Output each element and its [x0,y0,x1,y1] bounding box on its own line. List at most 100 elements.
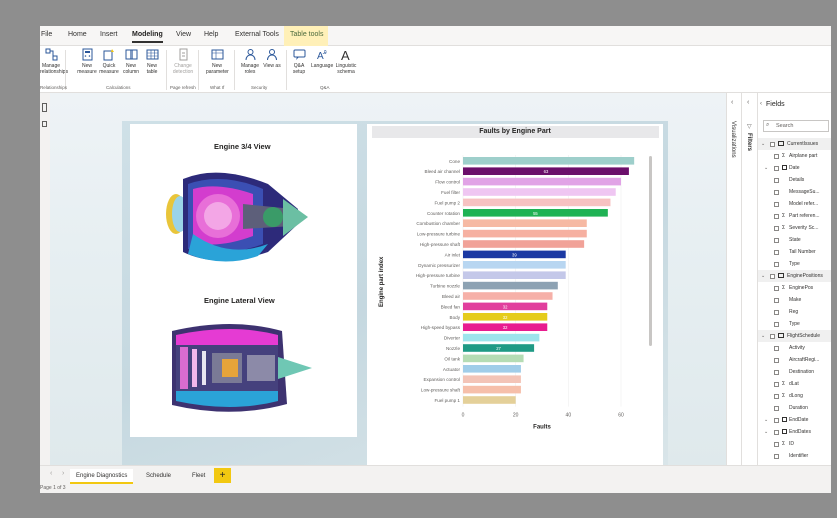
page-tab-schedule[interactable]: Schedule [140,469,177,484]
field-item[interactable]: Reg [758,306,831,318]
field-item[interactable]: Σ ID [758,438,831,450]
qa-setup-button[interactable]: Q&A setup [288,48,310,75]
page-tab-fleet[interactable]: Fleet [186,469,211,484]
field-checkbox[interactable] [774,225,779,231]
field-checkbox[interactable] [774,429,779,435]
field-checkbox[interactable] [774,177,779,183]
chevron-down-icon[interactable]: ⌄ [761,330,765,342]
quick-measure-button[interactable]: Quick measure [98,48,120,75]
fields-search-input[interactable]: Search [763,120,829,132]
linguistic-schema-button[interactable]: A Linguistic schema [335,48,357,75]
field-checkbox[interactable] [774,297,779,303]
scroll-right-icon[interactable]: › [62,470,64,477]
collapse-chevron-icon[interactable]: ‹ [747,99,749,106]
language-button[interactable]: AᎯ Language [311,48,333,69]
field-item[interactable]: ⌄ EndDate [758,414,831,426]
tab-external-tools[interactable]: External Tools [235,31,279,38]
new-table-button[interactable]: New table [141,48,163,75]
field-item[interactable]: Make [758,294,831,306]
field-item[interactable]: Tail Number [758,246,831,258]
y-tick-label: Bleed air [442,294,461,299]
tab-table-tools[interactable]: Table tools [290,31,323,38]
field-table-flightschedule[interactable]: ⌄ FlightSchedule [758,330,831,342]
field-checkbox[interactable] [774,345,779,351]
field-item[interactable]: Activity [758,342,831,354]
calendar-icon [782,165,787,170]
tab-file[interactable]: File [41,31,52,38]
new-measure-button[interactable]: New measure [76,48,98,75]
table-checkbox[interactable] [770,273,775,279]
manage-relationships-button[interactable]: Manage relationships [40,48,68,75]
field-item[interactable]: ΣdLong [758,390,831,402]
field-item[interactable]: Type [758,318,831,330]
field-item[interactable]: Details [758,174,831,186]
visualizations-pane[interactable]: ‹ Visualizations [726,93,741,465]
field-item[interactable]: Duration [758,402,831,414]
manage-roles-button[interactable]: Manage roles [239,48,261,75]
view-as-button[interactable]: View as [261,48,283,69]
chevron-down-icon[interactable]: ⌄ [764,414,768,426]
field-checkbox[interactable] [774,405,779,411]
filters-pane[interactable]: ‹ ▽ Filters [741,93,757,465]
tab-modeling[interactable]: Modeling [132,31,163,43]
table-checkbox[interactable] [770,141,775,147]
field-checkbox[interactable] [774,321,779,327]
field-item[interactable]: ⌄ EndDates [758,426,831,438]
field-checkbox[interactable] [774,201,779,207]
expand-chevron-icon[interactable]: ‹ [760,101,762,107]
field-checkbox[interactable] [774,441,779,447]
field-checkbox[interactable] [774,309,779,315]
new-parameter-button[interactable]: New parameter [206,48,229,75]
chevron-down-icon[interactable]: ⌄ [761,270,765,282]
field-item[interactable]: Σ Airplane part [758,150,831,162]
field-item[interactable]: MessageSu... [758,186,831,198]
field-item[interactable]: Identifier [758,450,831,462]
data-view-icon[interactable] [42,121,47,127]
field-item[interactable]: Σ Severity Sc... [758,222,831,234]
change-detection-button[interactable]: Change detection [172,48,194,75]
field-item[interactable]: Σ Part referen... [758,210,831,222]
new-column-button[interactable]: New column [120,48,142,75]
field-checkbox[interactable] [774,381,779,387]
field-item[interactable]: State [758,234,831,246]
field-checkbox[interactable] [774,417,779,423]
field-checkbox[interactable] [774,165,779,171]
tab-insert[interactable]: Insert [100,31,118,38]
chevron-down-icon[interactable]: ⌄ [761,138,765,150]
page-tab-engine-diagnostics[interactable]: Engine Diagnostics [70,469,134,484]
field-item[interactable]: AircraftRegi... [758,354,831,366]
chevron-down-icon[interactable]: ⌄ [764,426,768,438]
field-table-enginepositions[interactable]: ⌄ EnginePositions [758,270,831,282]
field-table-currentissues[interactable]: ⌄ CurrentIssues [758,138,831,150]
chart-scrollbar[interactable] [649,156,652,346]
field-item[interactable]: Σ EnginePos [758,282,831,294]
field-checkbox[interactable] [774,237,779,243]
field-checkbox[interactable] [774,261,779,267]
field-item[interactable]: Model refer... [758,198,831,210]
engine-3-4-image [166,172,308,262]
faults-chart-visual[interactable]: Faults by Engine Part 0 20 40 60 Cone Bleed a… [367,124,663,465]
scroll-left-icon[interactable]: ‹ [50,470,52,477]
report-view-icon[interactable] [42,103,47,112]
add-page-button[interactable]: + [214,468,231,483]
field-item[interactable]: Destination [758,366,831,378]
table-checkbox[interactable] [770,333,775,339]
tab-home[interactable]: Home [68,31,87,38]
field-checkbox[interactable] [774,453,779,459]
field-checkbox[interactable] [774,249,779,255]
field-checkbox[interactable] [774,393,779,399]
chevron-down-icon[interactable]: ⌄ [764,162,768,174]
engine-views-visual[interactable]: Engine 3/4 View Engine Lateral View [130,124,357,437]
field-checkbox[interactable] [774,369,779,375]
collapse-chevron-icon[interactable]: ‹ [731,99,733,106]
field-checkbox[interactable] [774,189,779,195]
field-checkbox[interactable] [774,285,779,291]
field-checkbox[interactable] [774,213,779,219]
tab-help[interactable]: Help [204,31,218,38]
field-checkbox[interactable] [774,357,779,363]
field-item[interactable]: ΣdLat [758,378,831,390]
tab-view[interactable]: View [176,31,191,38]
field-item[interactable]: ⌄ Date [758,162,831,174]
field-item[interactable]: Type [758,258,831,270]
field-checkbox[interactable] [774,153,779,159]
